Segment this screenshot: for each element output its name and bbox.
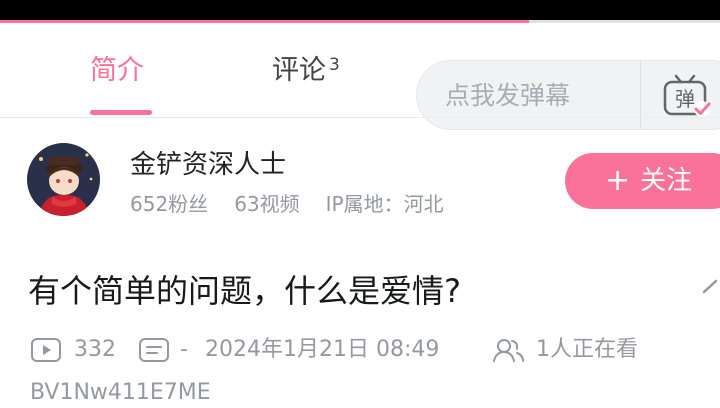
uploader-name[interactable]: 金铲资深人士: [130, 148, 286, 182]
uploader-avatar-image: [27, 143, 100, 216]
danmaku-toggle-button[interactable]: 弹: [660, 71, 712, 121]
play-count: 332: [74, 337, 116, 362]
ip-location: IP属地：河北: [325, 192, 444, 216]
avatar[interactable]: [27, 143, 100, 216]
danmaku-divider: [640, 61, 641, 129]
watching-count: 1人正在看: [536, 337, 638, 362]
section-divider: [0, 117, 720, 118]
uploader-stats: 652粉丝 63视频 IP属地：河北: [130, 190, 470, 218]
video-count: 63视频: [234, 192, 300, 216]
tab-intro[interactable]: 简介: [90, 54, 144, 88]
tab-comments-label: 评论: [272, 55, 326, 86]
danmaku-toggle-icon: 弹: [663, 74, 711, 117]
video-progress-fill: [0, 20, 530, 23]
danmaku-toggle-label: 弹: [675, 87, 695, 111]
publish-date: 2024年1月21日 08:49: [205, 337, 440, 362]
plus-icon: +: [605, 163, 631, 198]
follow-button[interactable]: + 关注: [565, 153, 720, 209]
follower-count: 652粉丝: [130, 192, 209, 216]
tab-comments[interactable]: 评论 3: [272, 54, 340, 91]
follow-button-label: 关注: [640, 166, 693, 196]
active-tab-indicator: [90, 110, 152, 115]
play-count-icon: [31, 338, 61, 362]
status-bar: [0, 0, 720, 20]
danmaku-input[interactable]: [417, 61, 647, 129]
comments-count-badge: 3: [329, 55, 340, 75]
danmaku-count-icon: [139, 338, 169, 362]
chevron-up-icon[interactable]: [700, 276, 720, 296]
video-bvid: BV1Nw411E7ME: [30, 380, 211, 405]
danmaku-bar: 弹: [416, 60, 720, 130]
tab-bar: 简介 评论3 弹: [0, 24, 720, 130]
danmaku-count: -: [180, 337, 188, 362]
video-title: 有个简单的问题，什么是爱情?: [28, 272, 461, 310]
video-progress-bar[interactable]: [0, 20, 720, 23]
viewers-icon: [493, 339, 524, 362]
